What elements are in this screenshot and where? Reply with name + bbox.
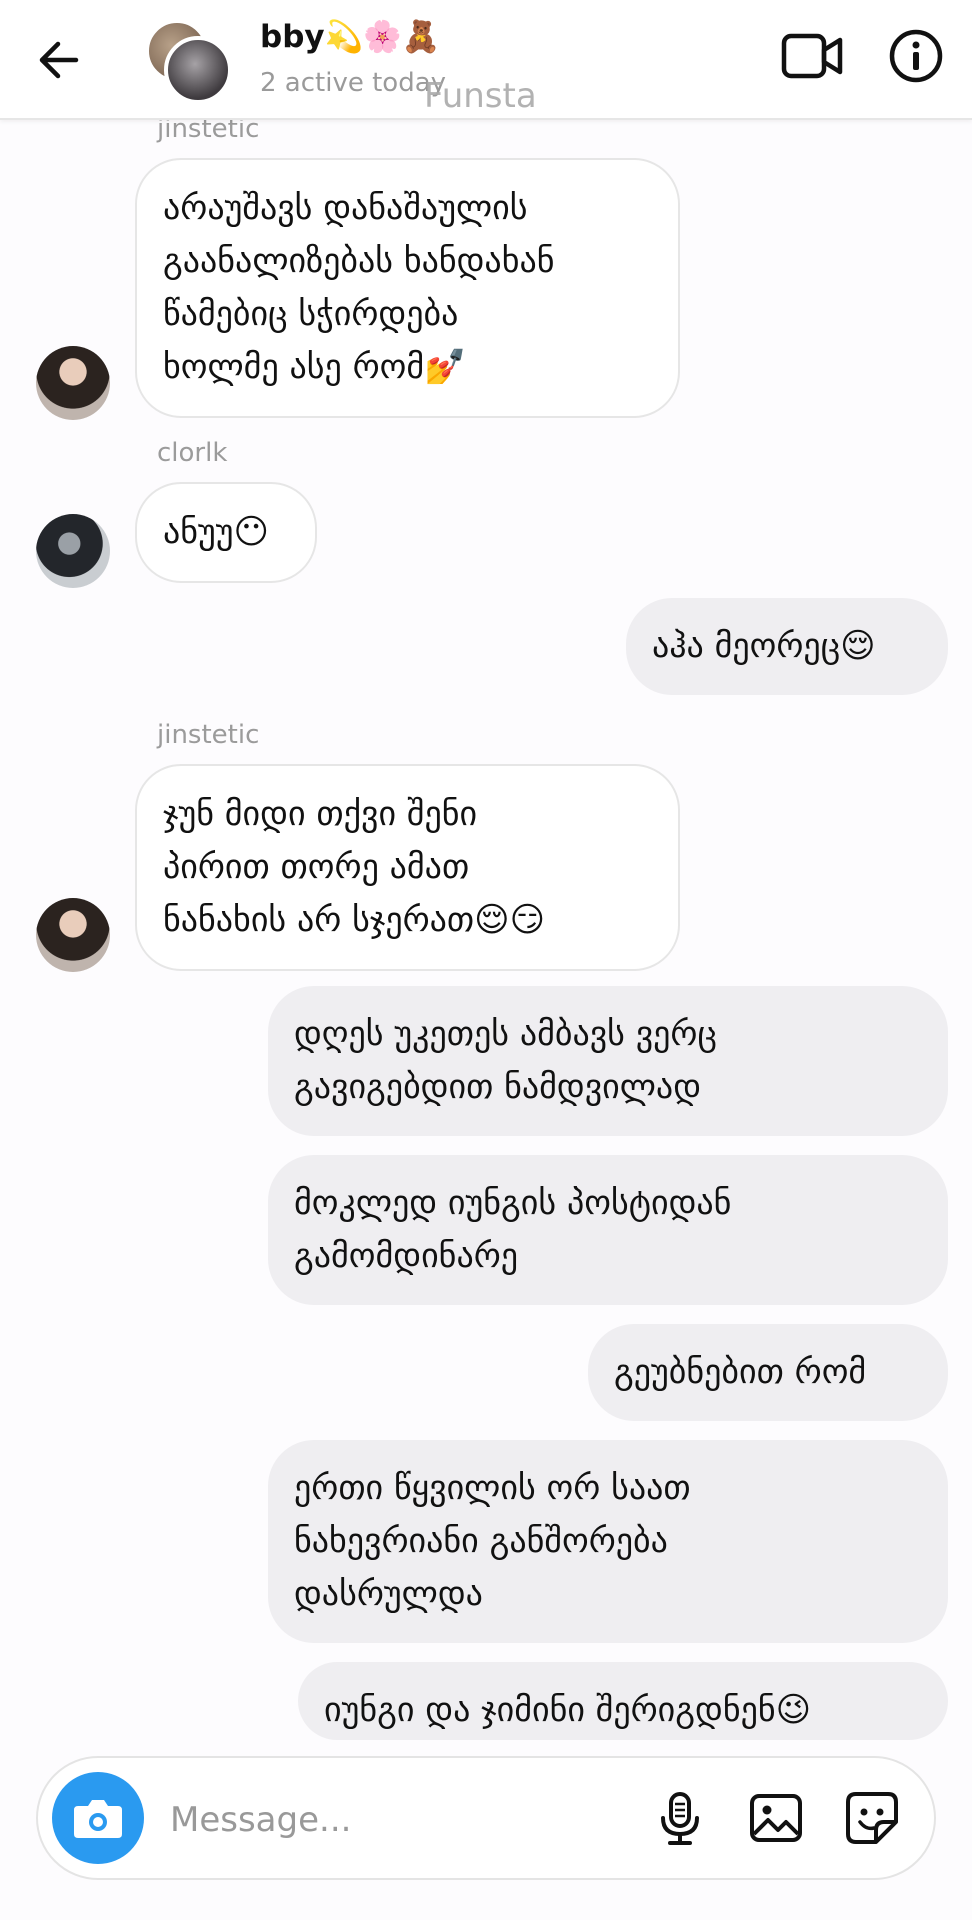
message-bubble-outgoing[interactable]: აჰა მეორეც😌 [626,598,948,695]
video-camera-icon [781,33,843,79]
sender-name: jinstetic [157,720,260,750]
camera-button[interactable] [52,1772,144,1864]
message-bubble-outgoing[interactable]: იუნგი და ჯიმინი შერიგდნენ😉 [298,1662,948,1740]
chat-title[interactable]: bby💫🌸🧸 [260,18,440,55]
message-input[interactable] [168,1794,532,1846]
avatar[interactable] [36,898,110,972]
message-bubble-incoming[interactable]: არაუშავს დანაშაულის გაანალიზებას ხანდახა… [135,158,680,418]
image-icon [750,1794,802,1842]
group-avatar[interactable] [146,20,232,104]
info-button[interactable] [888,28,944,84]
avatar [164,36,232,104]
message-bubble-outgoing[interactable]: გეუბნებით რომ [588,1324,948,1421]
arrow-left-icon [39,41,79,79]
microphone-icon [661,1792,699,1845]
sticker-icon [846,1792,898,1844]
message-bubble-outgoing[interactable]: ერთი წყვილის ორ საათ ნახევრიანი განშორებ… [268,1440,948,1643]
video-call-button[interactable] [780,28,844,84]
active-status: 2 active today [260,68,447,98]
message-bubble-outgoing[interactable]: მოკლედ იუნგის პოსტიდან გამომდინარე [268,1155,948,1305]
watermark: Funsta [424,76,537,116]
voice-message-button[interactable] [650,1788,710,1848]
camera-icon [74,1800,122,1838]
message-composer [36,1756,936,1880]
gallery-button[interactable] [746,1788,806,1848]
message-bubble-incoming[interactable]: ჯუნ მიდი თქვი შენი პირით თორე ამათ ნანახ… [135,764,680,971]
message-bubble-incoming[interactable]: ანუუ😶 [135,482,317,583]
message-bubble-outgoing[interactable]: დღეს უკეთეს ამბავს ვერც გავიგებდით ნამდვ… [268,986,948,1136]
avatar[interactable] [36,346,110,420]
sender-name: clorlk [157,438,228,468]
info-icon [889,29,943,83]
avatar[interactable] [36,514,110,588]
sticker-button[interactable] [842,1788,902,1848]
back-button[interactable] [34,34,86,86]
